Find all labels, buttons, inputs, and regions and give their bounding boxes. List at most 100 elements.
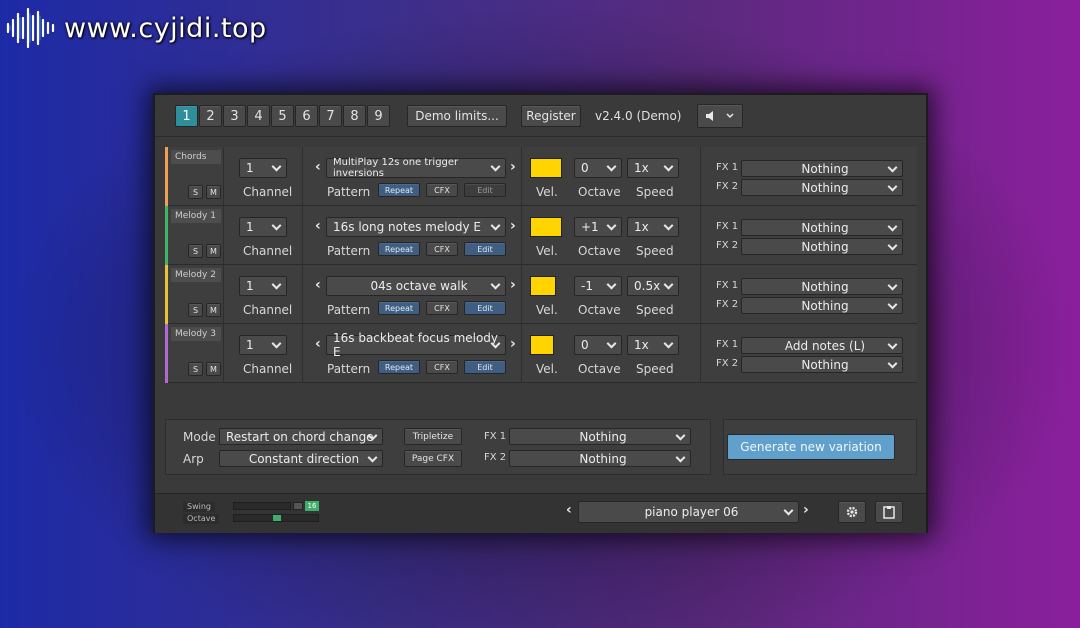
speed-dropdown[interactable]: 1x: [627, 158, 679, 178]
generate-variation-button[interactable]: Generate new variation: [727, 434, 895, 460]
mute-button[interactable]: M: [206, 303, 221, 317]
channel-dropdown[interactable]: 1: [239, 335, 287, 355]
settings-button[interactable]: [838, 501, 866, 523]
tab-5[interactable]: 5: [271, 105, 294, 127]
divider: [521, 147, 522, 206]
tab-3[interactable]: 3: [223, 105, 246, 127]
cfx-button[interactable]: CFX: [426, 183, 458, 197]
octave-slider-thumb[interactable]: [273, 515, 281, 521]
pattern-dropdown[interactable]: 16s long notes melody E: [326, 217, 506, 237]
cfx-button[interactable]: CFX: [426, 242, 458, 256]
arp-dropdown[interactable]: Constant direction: [219, 450, 383, 467]
channel-label: Channel: [243, 185, 293, 199]
chevron-down-icon: [606, 279, 617, 290]
next-pattern-icon[interactable]: ›: [510, 336, 516, 352]
clipboard-button[interactable]: [875, 501, 903, 523]
repeat-button[interactable]: Repeat: [378, 242, 420, 256]
mute-button[interactable]: M: [206, 244, 221, 258]
solo-button[interactable]: S: [188, 244, 203, 258]
tab-9[interactable]: 9: [367, 105, 390, 127]
chevron-down-icon: [675, 430, 686, 441]
fx1-dropdown[interactable]: Nothing: [741, 278, 903, 295]
repeat-button[interactable]: Repeat: [378, 183, 420, 197]
swing-slider[interactable]: [233, 502, 291, 510]
pattern-dropdown[interactable]: 16s backbeat focus melody E: [326, 331, 506, 359]
speed-dropdown[interactable]: 1x: [627, 217, 679, 237]
fx2-dropdown[interactable]: Nothing: [741, 238, 903, 255]
register-button[interactable]: Register: [521, 105, 581, 127]
track-list: Chords S M 1 Channel ‹ MultiPlay 12s one…: [165, 147, 917, 399]
prev-preset-icon[interactable]: ‹: [566, 502, 572, 518]
watermark: www.cyjidi.top: [4, 6, 267, 50]
cfx-button[interactable]: CFX: [426, 301, 458, 315]
chevron-down-icon: [606, 220, 617, 231]
divider: [302, 147, 303, 206]
channel-dropdown[interactable]: 1: [239, 217, 287, 237]
solo-button[interactable]: S: [188, 185, 203, 199]
fx2-value: Nothing: [801, 298, 849, 313]
mode-dropdown[interactable]: Restart on chord change: [219, 428, 383, 445]
fx1-dropdown[interactable]: Nothing: [741, 160, 903, 177]
tab-2[interactable]: 2: [199, 105, 222, 127]
track-name: Chords: [171, 150, 221, 164]
edit-button[interactable]: Edit: [464, 242, 506, 256]
edit-button[interactable]: Edit: [464, 301, 506, 315]
track-header: Melody 1 S M: [165, 206, 223, 265]
cfx-button[interactable]: CFX: [426, 360, 458, 374]
mute-button[interactable]: M: [206, 185, 221, 199]
tab-7[interactable]: 7: [319, 105, 342, 127]
preset-dropdown[interactable]: piano player 06: [578, 501, 799, 523]
repeat-button[interactable]: Repeat: [378, 360, 420, 374]
chevron-down-icon: [663, 220, 674, 231]
tab-6[interactable]: 6: [295, 105, 318, 127]
chevron-down-icon: [887, 162, 898, 173]
octave-dropdown[interactable]: 0: [574, 335, 622, 355]
solo-button[interactable]: S: [188, 303, 203, 317]
octave-dropdown[interactable]: 0: [574, 158, 622, 178]
repeat-button[interactable]: Repeat: [378, 301, 420, 315]
global-fx1-dropdown[interactable]: Nothing: [509, 428, 691, 445]
edit-button[interactable]: Edit: [464, 183, 506, 197]
speed-label: Speed: [636, 185, 674, 199]
demo-limits-button[interactable]: Demo limits...: [407, 105, 507, 127]
pattern-dropdown[interactable]: 04s octave walk: [326, 276, 506, 296]
fx1-dropdown[interactable]: Add notes (L): [741, 337, 903, 354]
speed-value: 0.5x: [634, 279, 661, 293]
speed-dropdown[interactable]: 0.5x: [627, 276, 679, 296]
tab-4[interactable]: 4: [247, 105, 270, 127]
tripletize-button[interactable]: Tripletize: [404, 428, 462, 445]
velocity-swatch[interactable]: [530, 276, 556, 296]
prev-pattern-icon[interactable]: ‹: [315, 159, 321, 175]
fx2-dropdown[interactable]: Nothing: [741, 179, 903, 196]
next-preset-icon[interactable]: ›: [803, 502, 809, 518]
fx1-dropdown[interactable]: Nothing: [741, 219, 903, 236]
mute-button[interactable]: M: [206, 362, 221, 376]
tab-8[interactable]: 8: [343, 105, 366, 127]
channel-dropdown[interactable]: 1: [239, 276, 287, 296]
volume-button[interactable]: [697, 104, 743, 128]
tab-1[interactable]: 1: [175, 105, 198, 127]
global-fx2-dropdown[interactable]: Nothing: [509, 450, 691, 467]
next-pattern-icon[interactable]: ›: [510, 218, 516, 234]
prev-pattern-icon[interactable]: ‹: [315, 218, 321, 234]
speed-dropdown[interactable]: 1x: [627, 335, 679, 355]
page-cfx-button[interactable]: Page CFX: [404, 450, 462, 467]
channel-dropdown[interactable]: 1: [239, 158, 287, 178]
pattern-dropdown[interactable]: MultiPlay 12s one trigger inversions: [326, 157, 506, 179]
swing-lock-icon[interactable]: [293, 502, 303, 510]
velocity-swatch[interactable]: [530, 158, 562, 178]
fx2-dropdown[interactable]: Nothing: [741, 356, 903, 373]
velocity-swatch[interactable]: [530, 217, 562, 237]
next-pattern-icon[interactable]: ›: [510, 159, 516, 175]
prev-pattern-icon[interactable]: ‹: [315, 336, 321, 352]
pattern-value: 04s octave walk: [370, 279, 468, 293]
divider: [700, 265, 701, 324]
edit-button[interactable]: Edit: [464, 360, 506, 374]
solo-button[interactable]: S: [188, 362, 203, 376]
next-pattern-icon[interactable]: ›: [510, 277, 516, 293]
velocity-swatch[interactable]: [530, 335, 554, 355]
octave-dropdown[interactable]: -1: [574, 276, 622, 296]
fx2-dropdown[interactable]: Nothing: [741, 297, 903, 314]
octave-dropdown[interactable]: +1: [574, 217, 622, 237]
prev-pattern-icon[interactable]: ‹: [315, 277, 321, 293]
